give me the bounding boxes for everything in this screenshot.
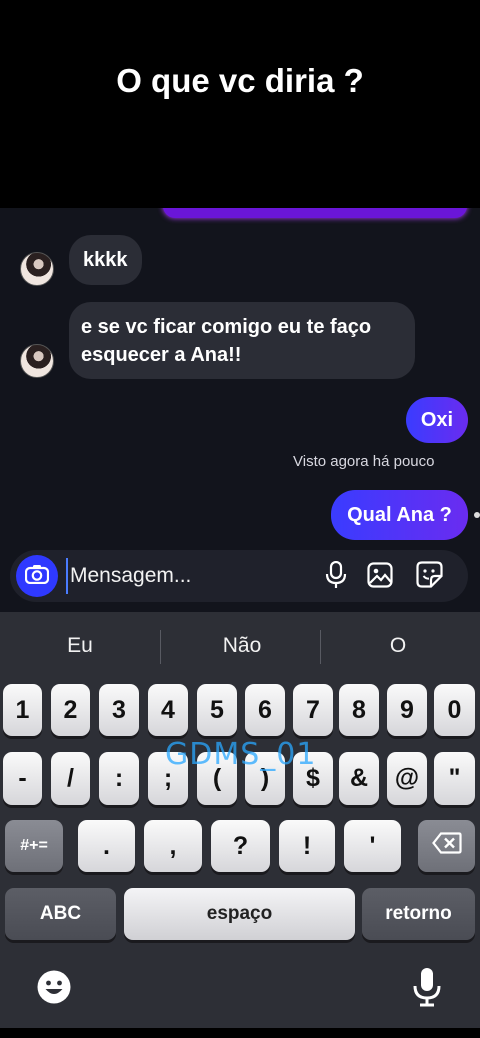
key-6[interactable]: 6 <box>245 684 285 736</box>
emoji-icon <box>36 969 72 1010</box>
key-slash[interactable]: / <box>51 752 90 805</box>
message-text: kkkk <box>83 249 128 271</box>
sticker-icon <box>415 561 443 593</box>
sticker-button[interactable] <box>414 561 444 593</box>
message-input[interactable] <box>66 558 306 594</box>
bottom-bar <box>0 1028 480 1038</box>
microphone-button[interactable] <box>321 560 351 594</box>
dictation-button[interactable] <box>407 967 447 1011</box>
seen-status: Visto agora há pouco <box>293 453 435 470</box>
chat-screen: kkkk e se vc ficar comigo eu te faço esq… <box>0 208 480 1028</box>
key-exclamation[interactable]: ! <box>279 820 335 872</box>
key-2[interactable]: 2 <box>51 684 90 736</box>
key-0[interactable]: 0 <box>434 684 475 736</box>
microphone-icon <box>412 967 442 1012</box>
suggestion-1[interactable]: Eu <box>5 634 155 658</box>
key-1[interactable]: 1 <box>3 684 42 736</box>
emoji-button[interactable] <box>34 969 74 1009</box>
video-caption-area: O que vc diria ? <box>0 0 480 208</box>
camera-button[interactable] <box>16 555 58 597</box>
key-9[interactable]: 9 <box>387 684 427 736</box>
suggestion-divider <box>160 630 161 664</box>
return-key[interactable]: retorno <box>362 888 475 940</box>
microphone-icon <box>325 560 347 594</box>
message-text: Qual Ana ? <box>347 504 452 526</box>
outgoing-message-bubble: Qual Ana ? <box>331 490 468 540</box>
incoming-message-bubble: kkkk <box>69 235 142 285</box>
key-hyphen[interactable]: - <box>3 752 42 805</box>
incoming-message-bubble: e se vc ficar comigo eu te faço esquecer… <box>69 302 415 379</box>
message-text: Oxi <box>420 409 454 431</box>
reaction-dot <box>474 512 480 518</box>
message-text-line: e se vc ficar comigo eu te faço <box>81 316 372 338</box>
watermark-text: GDMS_01 <box>165 737 317 772</box>
key-7[interactable]: 7 <box>293 684 333 736</box>
gallery-button[interactable] <box>365 561 395 593</box>
contact-avatar[interactable] <box>20 252 54 286</box>
suggestion-divider <box>320 630 321 664</box>
backspace-key[interactable] <box>418 820 475 872</box>
key-3[interactable]: 3 <box>99 684 139 736</box>
key-more-symbols[interactable]: #+= <box>5 820 63 872</box>
key-at[interactable]: @ <box>387 752 427 805</box>
suggestion-2[interactable]: Não <box>167 634 317 658</box>
key-8[interactable]: 8 <box>339 684 379 736</box>
contact-avatar[interactable] <box>20 344 54 378</box>
gallery-icon <box>367 561 393 593</box>
key-4[interactable]: 4 <box>148 684 188 736</box>
key-quote[interactable]: " <box>434 752 475 805</box>
outgoing-message-bubble: Oxi <box>406 397 468 443</box>
key-ampersand[interactable]: & <box>339 752 379 805</box>
key-comma[interactable]: , <box>144 820 202 872</box>
previous-message-bubble <box>163 208 467 218</box>
key-5[interactable]: 5 <box>197 684 237 736</box>
message-composer <box>10 550 468 602</box>
caption-text: O que vc diria ? <box>116 62 364 99</box>
camera-icon <box>24 564 50 589</box>
backspace-icon <box>431 831 462 861</box>
keyboard: Eu Não O 1 2 3 4 5 6 7 8 9 0 - / : ; ( )… <box>0 612 480 1028</box>
message-text-line: esquecer a Ana!! <box>81 344 242 366</box>
key-colon[interactable]: : <box>99 752 139 805</box>
suggestion-3[interactable]: O <box>323 634 473 658</box>
space-key[interactable]: espaço <box>124 888 355 940</box>
abc-key[interactable]: ABC <box>5 888 116 940</box>
key-apostrophe[interactable]: ' <box>344 820 401 872</box>
key-period[interactable]: . <box>78 820 135 872</box>
key-question[interactable]: ? <box>211 820 270 872</box>
